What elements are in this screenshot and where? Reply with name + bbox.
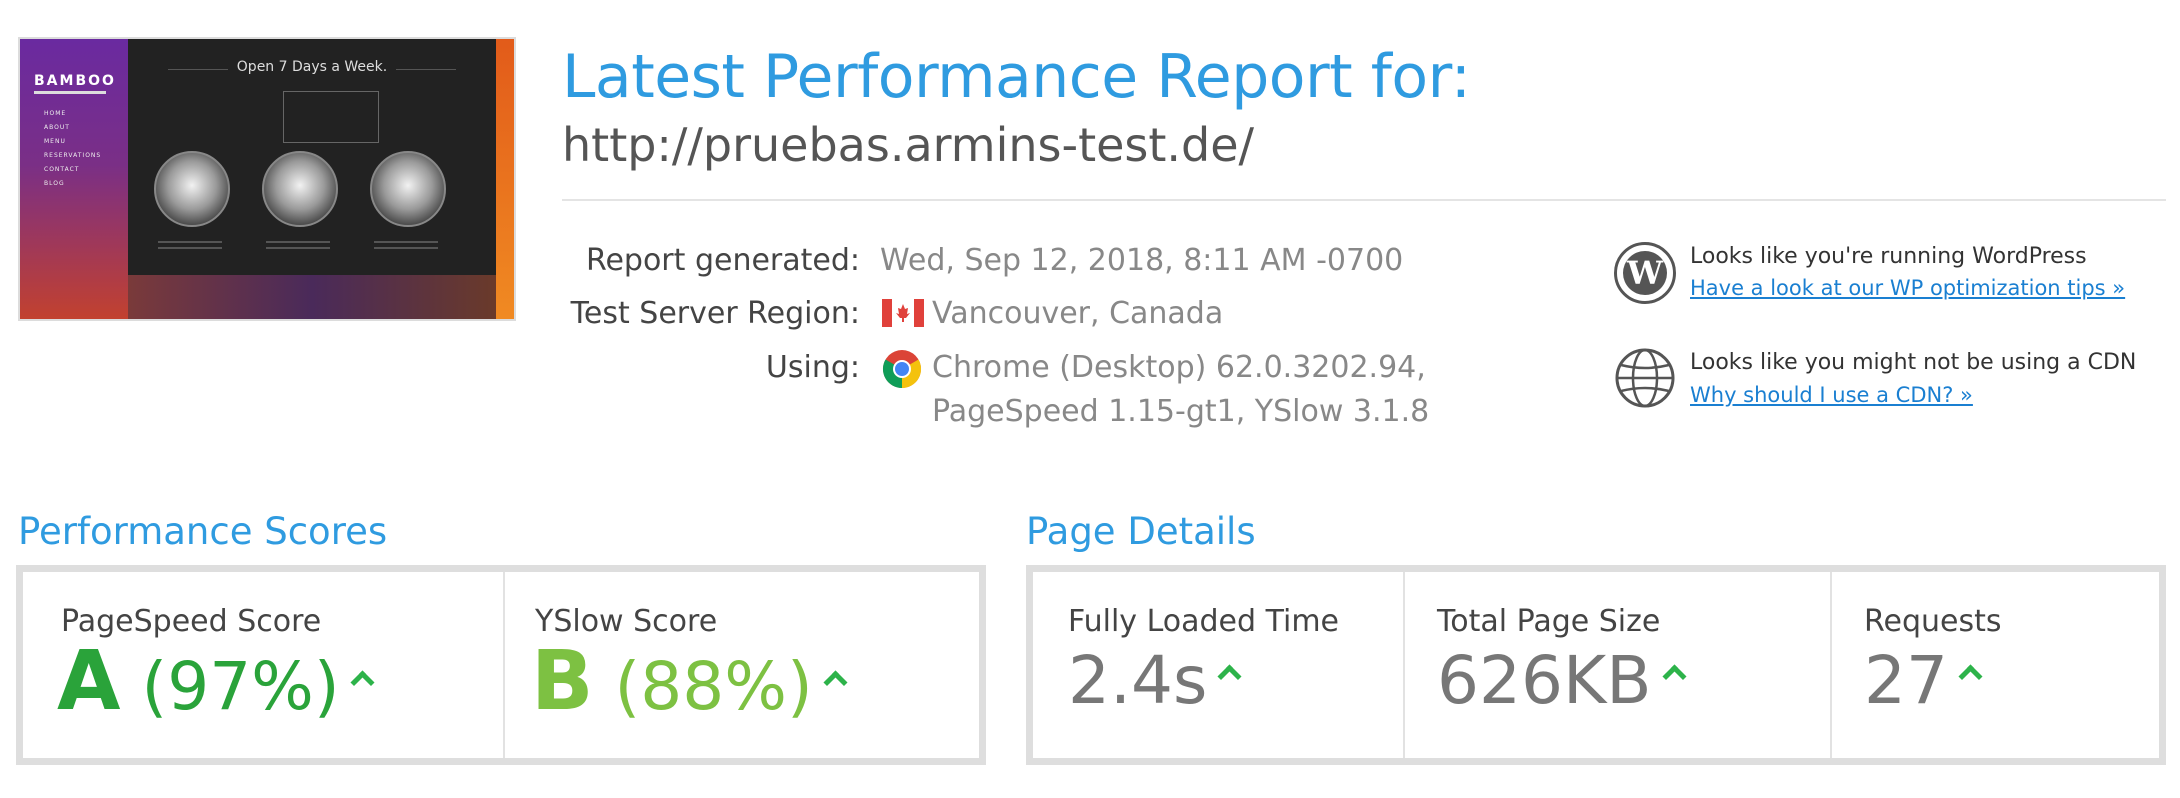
arrow-up-icon (823, 670, 848, 695)
thumbnail-caption (258, 237, 338, 255)
region-value: Vancouver, Canada (932, 296, 1224, 331)
pagespeed-score-card: PageSpeed Score A (97%) (23, 572, 503, 758)
cdn-notice: Looks like you might not be using a CDN (1690, 350, 2137, 375)
yslow-score-value: B (88%) (531, 634, 848, 729)
header-divider (562, 199, 2166, 201)
thumbnail-edge (496, 39, 514, 319)
thumbnail-photo (262, 151, 338, 227)
arrow-up-icon (1662, 664, 1687, 689)
canada-flag-icon (882, 299, 924, 327)
arrow-up-icon (1958, 664, 1983, 689)
thumbnail-sidebar: BAMBOO HOME ABOUT MENU RESERVATIONS CONT… (20, 39, 128, 319)
globe-icon (1614, 347, 1676, 409)
thumbnail-logo: BAMBOO (34, 73, 116, 89)
thumbnail-hours-box (283, 91, 379, 143)
page-size-number: 626KB (1437, 642, 1652, 719)
performance-scores-title: Performance Scores (18, 510, 388, 553)
page-details-panel: Fully Loaded Time 2.4s Total Page Size 6… (1026, 565, 2166, 765)
thumbnail-photo (154, 151, 230, 227)
cdn-info-link[interactable]: Why should I use a CDN? » (1690, 383, 1973, 407)
wordpress-tips-link[interactable]: Have a look at our WP optimization tips … (1690, 276, 2125, 300)
fully-loaded-label: Fully Loaded Time (1068, 604, 1340, 639)
page-size-card: Total Page Size 626KB (1405, 572, 1830, 758)
using-label: Using: (765, 350, 860, 385)
thumbnail-nav-item: ABOUT (44, 124, 70, 131)
thumbnail-nav-item: BLOG (44, 180, 65, 187)
requests-number: 27 (1864, 642, 1948, 719)
thumbnail-nav: HOME ABOUT MENU RESERVATIONS CONTACT BLO… (44, 107, 101, 191)
svg-text:W: W (1626, 254, 1664, 292)
pagespeed-score-value: A (97%) (57, 634, 375, 729)
fully-loaded-card: Fully Loaded Time 2.4s (1033, 572, 1403, 758)
page-title: Latest Performance Report for: (562, 42, 1471, 112)
arrow-up-icon (350, 670, 375, 695)
report-generated-label: Report generated: (585, 243, 860, 278)
pagespeed-grade: A (57, 634, 121, 729)
site-screenshot-thumbnail: BAMBOO HOME ABOUT MENU RESERVATIONS CONT… (18, 37, 516, 321)
pagespeed-percent: (97%) (141, 648, 340, 725)
using-value-line2: PageSpeed 1.15-gt1, YSlow 3.1.8 (932, 394, 1430, 429)
requests-card: Requests 27 (1832, 572, 2159, 758)
thumbnail-caption (150, 237, 230, 255)
thumbnail-caption (366, 237, 446, 255)
page-size-value: 626KB (1437, 642, 1687, 719)
thumbnail-logo-underline (34, 91, 106, 94)
thumbnail-nav-item: HOME (44, 110, 67, 117)
page-size-label: Total Page Size (1437, 604, 1661, 639)
thumbnail-nav-item: CONTACT (44, 166, 80, 173)
report-generated-value: Wed, Sep 12, 2018, 8:11 AM -0700 (880, 243, 1404, 278)
thumbnail-nav-item: RESERVATIONS (44, 152, 102, 159)
fully-loaded-value: 2.4s (1068, 642, 1242, 719)
performance-scores-panel: PageSpeed Score A (97%) YSlow Score B (8… (16, 565, 986, 765)
region-label: Test Server Region: (570, 296, 860, 331)
thumbnail-nav-item: MENU (44, 138, 66, 145)
report-url: http://pruebas.armins-test.de/ (562, 118, 1255, 172)
wordpress-icon: W (1614, 242, 1676, 304)
requests-value: 27 (1864, 642, 1983, 719)
fully-loaded-number: 2.4s (1068, 642, 1208, 719)
using-value-line1: Chrome (Desktop) 62.0.3202.94, (932, 350, 1426, 385)
yslow-percent: (88%) (614, 648, 813, 725)
thumbnail-heading: Open 7 Days a Week. (236, 59, 388, 75)
arrow-up-icon (1217, 664, 1242, 689)
thumbnail-footer-image (128, 275, 496, 319)
yslow-score-card: YSlow Score B (88%) (505, 572, 979, 758)
requests-label: Requests (1864, 604, 2002, 639)
page-details-title: Page Details (1026, 510, 1256, 553)
chrome-icon (882, 350, 922, 389)
yslow-grade: B (531, 634, 594, 729)
wordpress-notice: Looks like you're running WordPress (1690, 244, 2087, 269)
thumbnail-photo (370, 151, 446, 227)
